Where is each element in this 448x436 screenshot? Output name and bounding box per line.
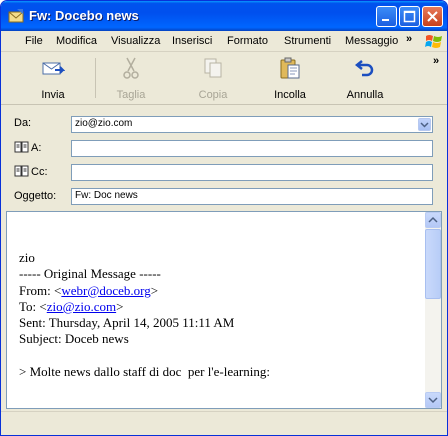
to-email-link[interactable]: zio@zio.com <box>47 299 116 314</box>
from-field[interactable]: zio@zio.com <box>71 116 433 133</box>
cc-button[interactable]: Cc: <box>14 165 48 178</box>
copy-button[interactable]: Copia <box>185 56 241 101</box>
window-title: Fw: Docebo news <box>29 8 139 23</box>
menu-inserisci[interactable]: Inserisci <box>172 35 212 47</box>
cc-label: Cc: <box>31 166 48 178</box>
from-dropdown-button[interactable] <box>418 118 431 131</box>
greeting-line: zio <box>19 250 35 265</box>
subject-label: Oggetto: <box>14 190 57 202</box>
undo-icon <box>354 60 374 77</box>
chevron-up-icon <box>428 216 438 223</box>
scroll-thumb[interactable] <box>425 229 441 299</box>
menu-formato[interactable]: Formato <box>227 35 268 47</box>
toolbar-overflow-chevron[interactable]: » <box>433 55 439 67</box>
send-icon <box>42 62 66 75</box>
cc-field[interactable] <box>71 164 433 181</box>
to-field[interactable] <box>71 140 433 157</box>
maximize-button[interactable] <box>399 6 420 27</box>
menu-messaggio[interactable]: Messaggio <box>345 35 398 47</box>
message-body[interactable]: zio ----- Original Message ----- From: <we… <box>6 211 442 409</box>
undo-label: Annulla <box>346 89 384 101</box>
menu-overflow-chevron[interactable]: » <box>406 33 412 45</box>
menu-visualizza[interactable]: Visualizza <box>111 35 160 47</box>
close-icon <box>427 11 438 22</box>
compose-window: Fw: Docebo news File Modifica Visualizza… <box>0 0 448 436</box>
menu-bar: File Modifica Visualizza Inserisci Forma… <box>1 31 447 52</box>
to-label: A: <box>31 142 42 154</box>
to-button[interactable]: A: <box>14 141 41 154</box>
status-bar <box>1 411 447 435</box>
menu-modifica[interactable]: Modifica <box>56 35 97 47</box>
subject-value: Fw: Doc news <box>75 190 138 201</box>
from-line: From: <webr@doceb.org> <box>19 282 159 298</box>
from-email-link[interactable]: webr@doceb.org <box>61 283 150 298</box>
title-bar[interactable]: Fw: Docebo news <box>1 1 447 31</box>
header-fields: Da: zio@zio.com A: Cc: Oggetto: Fw: Doc … <box>1 106 447 210</box>
paste-button[interactable]: Incolla <box>262 56 318 101</box>
minimize-button[interactable] <box>376 6 397 27</box>
subject-field[interactable]: Fw: Doc news <box>71 188 433 205</box>
envelope-icon <box>8 9 24 23</box>
from-value: zio@zio.com <box>75 118 133 129</box>
cut-button[interactable]: Taglia <box>103 56 159 101</box>
chevron-down-icon <box>428 397 438 404</box>
maximize-icon <box>403 10 416 23</box>
vertical-scrollbar[interactable] <box>425 212 441 408</box>
scroll-up-button[interactable] <box>425 212 441 228</box>
to-line: To: <zio@zio.com> <box>19 298 124 314</box>
paste-icon <box>280 57 300 79</box>
chevron-down-icon <box>420 122 429 128</box>
from-label: Da: <box>14 117 32 129</box>
scissors-icon <box>123 57 139 79</box>
address-book-icon <box>14 141 29 153</box>
separator-line: ----- Original Message ----- <box>19 266 161 282</box>
address-book-icon <box>14 165 29 177</box>
copy-label: Copia <box>198 89 228 101</box>
quote-line: > Molte news dallo staff di doc per l'e-… <box>19 364 270 380</box>
menu-strumenti[interactable]: Strumenti <box>284 35 331 47</box>
cut-label: Taglia <box>116 89 146 101</box>
subject-line: Subject: Doceb news <box>19 331 129 347</box>
message-text: zio ----- Original Message ----- From: <we… <box>19 250 419 380</box>
windows-logo-icon <box>425 35 442 48</box>
toolbar: Invia Taglia Copia Incolla Annulla » <box>1 52 447 105</box>
toolbar-separator <box>95 58 96 98</box>
send-button[interactable]: Invia <box>25 56 81 101</box>
minimize-icon <box>382 19 389 21</box>
scroll-down-button[interactable] <box>425 392 441 408</box>
undo-button[interactable]: Annulla <box>337 56 393 101</box>
send-label: Invia <box>41 89 65 101</box>
menu-file[interactable]: File <box>25 35 43 47</box>
paste-label: Incolla <box>274 89 306 101</box>
close-button[interactable] <box>422 6 443 27</box>
sent-line: Sent: Thursday, April 14, 2005 11:11 AM <box>19 315 235 331</box>
copy-icon <box>204 58 222 78</box>
